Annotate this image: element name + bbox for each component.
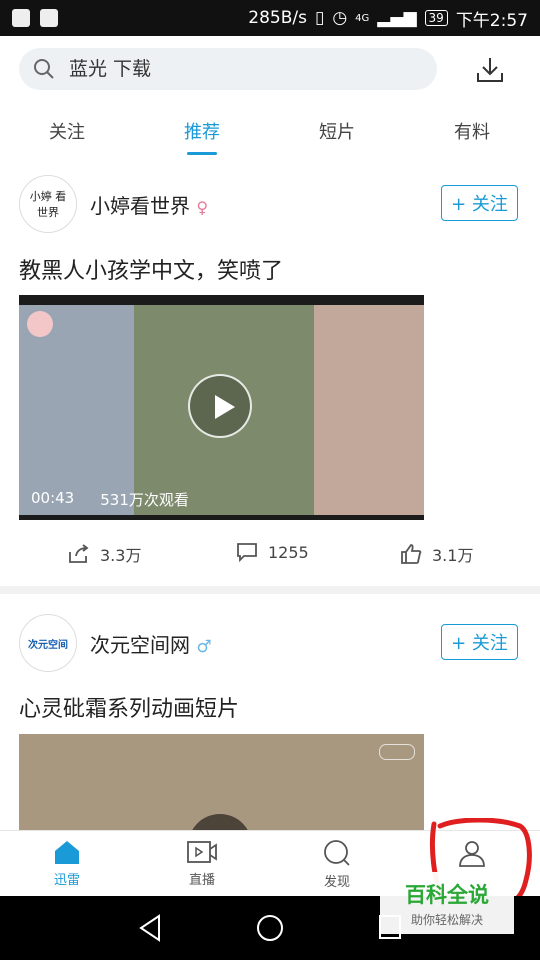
status-left	[12, 9, 58, 27]
video-frame-right	[314, 305, 424, 515]
avatar[interactable]: 次元空间	[19, 614, 77, 672]
watermark-icon	[379, 744, 415, 760]
download-button[interactable]	[470, 50, 510, 90]
view-count: 531万次观看	[100, 491, 189, 509]
share-count: 3.3万	[100, 546, 142, 565]
video-meta: 00:43 531万次观看	[31, 489, 189, 510]
tab-follow[interactable]: 关注	[22, 118, 112, 144]
share-button[interactable]: 3.3万	[68, 542, 141, 566]
status-bar: 285B/s ▯ ◷ 4G ▂▄▆ 39 下午2:57	[0, 0, 540, 36]
signal-icon: ▂▄▆	[377, 8, 417, 28]
search-box[interactable]	[19, 48, 437, 90]
avatar-text: 小婷 看世界	[29, 190, 67, 219]
feed-post: 次元空间 次元空间网 ♂ + 关注 心灵砒霜系列动画短片	[0, 594, 540, 830]
author-name[interactable]: 次元空间网 ♂	[90, 629, 212, 658]
play-icon[interactable]	[188, 814, 252, 830]
nav-item-discover[interactable]: 发现	[297, 839, 377, 890]
nav-label: 发现	[323, 875, 350, 890]
nav-item-xunlei[interactable]: 迅雷	[27, 839, 107, 888]
active-tab-indicator	[187, 152, 217, 155]
back-icon[interactable]	[137, 914, 163, 942]
nav-label: 直播	[188, 873, 215, 888]
tab-recommend[interactable]: 推荐	[157, 118, 247, 144]
play-icon[interactable]	[188, 374, 252, 438]
tab-shorts[interactable]: 短片	[292, 118, 382, 144]
network-speed: 285B/s	[248, 8, 307, 28]
watermark-title: 百科全说	[405, 882, 489, 907]
video-duration: 00:43	[31, 489, 75, 507]
site-watermark: 百科全说 助你轻松解决	[380, 872, 514, 934]
comment-icon	[237, 543, 257, 562]
status-right: 285B/s ▯ ◷ 4G ▂▄▆ 39 下午2:57	[248, 6, 528, 31]
post-actions: 3.3万 1255 3.1万	[0, 536, 540, 576]
nav-item-live[interactable]: 直播	[162, 839, 242, 888]
clock: 下午2:57	[455, 10, 528, 31]
nav-label: 迅雷	[53, 873, 80, 888]
avatar-text: 次元空间	[28, 639, 68, 651]
search-row	[0, 36, 540, 102]
channel-mini-avatar	[27, 311, 53, 337]
live-video-icon	[187, 841, 217, 863]
share-icon	[69, 544, 89, 563]
feed-tabs: 关注 推荐 短片 有料	[0, 102, 540, 158]
author-name-text: 小婷看世界	[90, 194, 190, 218]
male-icon: ♂	[196, 637, 212, 657]
alarm-icon: ◷	[332, 8, 348, 28]
feed-post: 小婷 看世界 小婷看世界 ♀ + 关注 教黑人小孩学中文，笑喷了 00:43 5…	[0, 158, 540, 586]
comment-button[interactable]: 1255	[236, 542, 309, 562]
follow-button[interactable]: + 关注	[441, 624, 518, 660]
battery-level: 39	[424, 10, 448, 26]
discover-search-icon	[324, 840, 350, 866]
like-count: 3.1万	[432, 546, 474, 565]
app-notification-icon	[40, 9, 58, 27]
video-thumbnail[interactable]: 00:43 531万次观看	[19, 295, 424, 520]
tab-youliao[interactable]: 有料	[427, 118, 517, 144]
post-title[interactable]: 教黑人小孩学中文，笑喷了	[19, 253, 283, 285]
video-thumbnail[interactable]	[19, 734, 424, 830]
search-icon	[34, 59, 54, 79]
search-input[interactable]	[67, 57, 371, 81]
follow-button[interactable]: + 关注	[441, 185, 518, 221]
post-title[interactable]: 心灵砒霜系列动画短片	[19, 691, 239, 723]
home-icon	[55, 841, 79, 864]
author-name-text: 次元空间网	[90, 633, 190, 657]
vibrate-icon: ▯	[314, 8, 325, 28]
thumbs-up-icon	[401, 544, 422, 564]
home-circle-icon[interactable]	[256, 914, 284, 942]
post-divider	[0, 586, 540, 594]
watermark-subtitle: 助你轻松解决	[410, 912, 483, 927]
notification-icon	[12, 9, 30, 27]
network-type: 4G	[355, 12, 370, 24]
female-icon: ♀	[196, 198, 209, 217]
like-button[interactable]: 3.1万	[400, 542, 473, 566]
author-name[interactable]: 小婷看世界 ♀	[90, 190, 208, 219]
comment-count: 1255	[268, 542, 309, 562]
avatar[interactable]: 小婷 看世界	[19, 175, 77, 233]
download-icon	[477, 58, 503, 82]
